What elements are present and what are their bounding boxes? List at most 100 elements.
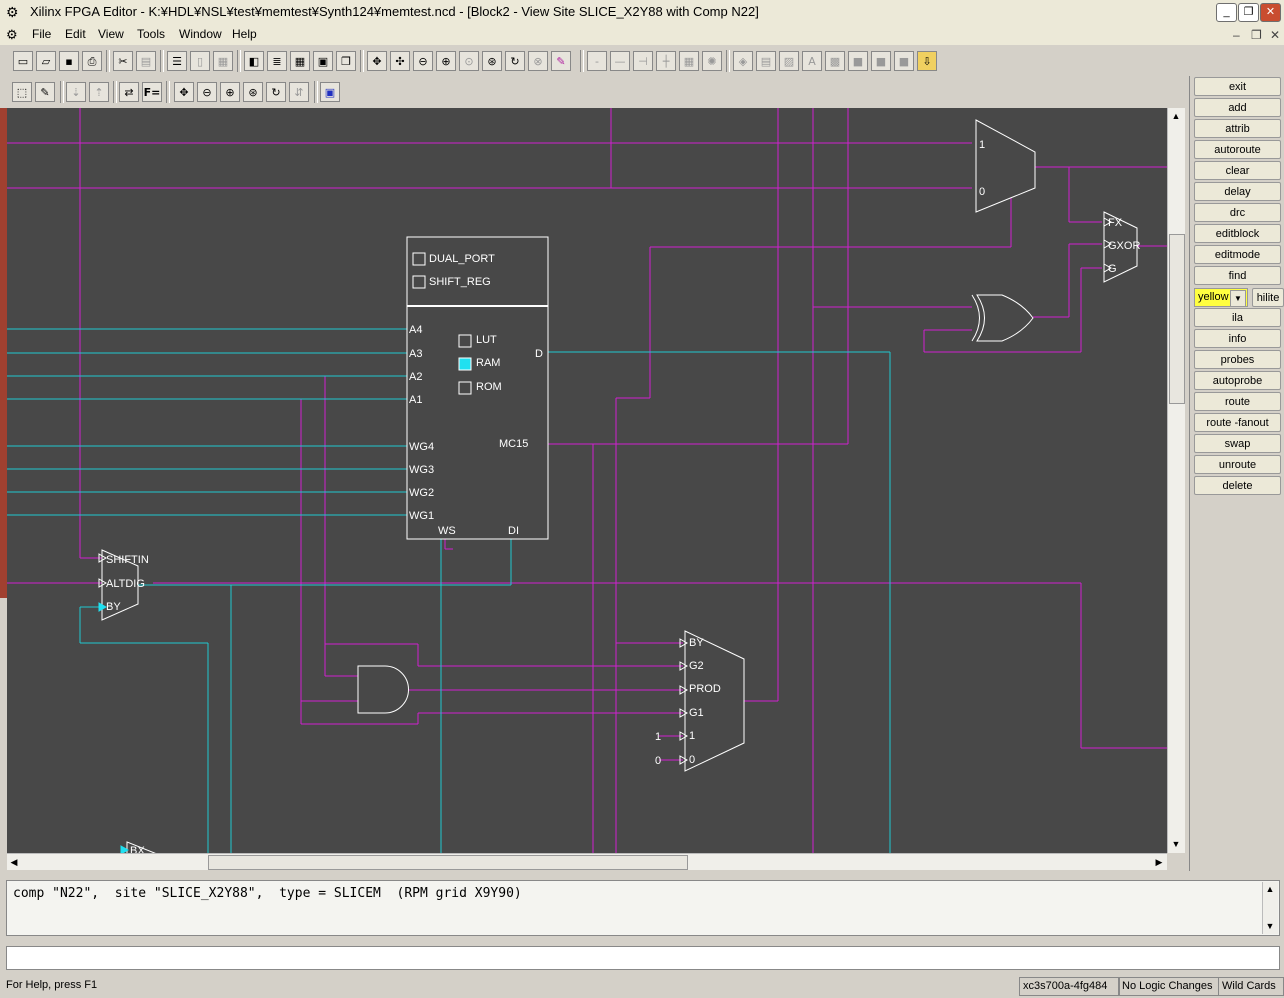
maximize-button[interactable]: ❐: [1238, 3, 1259, 22]
autoroute-button[interactable]: autoroute: [1194, 140, 1281, 159]
wire-1-icon[interactable]: -: [587, 51, 607, 71]
info-button[interactable]: info: [1194, 329, 1281, 348]
console-scroll-up-icon[interactable]: ▲: [1263, 882, 1277, 896]
block-sort-icon[interactable]: ⇵: [289, 82, 309, 102]
editblock-button[interactable]: editblock: [1194, 224, 1281, 243]
vertical-scroll-thumb[interactable]: [1169, 234, 1185, 404]
drc-button[interactable]: drc: [1194, 203, 1281, 222]
delay-button[interactable]: delay: [1194, 182, 1281, 201]
block-zoom-full-icon[interactable]: ✥: [174, 82, 194, 102]
scroll-down-icon[interactable]: ▼: [1169, 837, 1183, 851]
array-icon[interactable]: ▯: [190, 51, 210, 71]
find-button[interactable]: find: [1194, 266, 1281, 285]
save-icon[interactable]: ▪: [59, 51, 79, 71]
block-zoom-sel-icon[interactable]: ⊛: [243, 82, 263, 102]
menu-view[interactable]: View: [98, 27, 124, 41]
download-icon[interactable]: ⇩: [917, 51, 937, 71]
zoom-in-icon[interactable]: ⊕: [436, 51, 456, 71]
zoom-area-icon[interactable]: ⊙: [459, 51, 479, 71]
pin-wg4: WG4: [409, 441, 434, 453]
wire-3-icon[interactable]: ⊣: [633, 51, 653, 71]
block-redraw-icon[interactable]: ↻: [266, 82, 286, 102]
console-output[interactable]: comp "N22", site "SLICE_X2Y88", type = S…: [6, 880, 1280, 936]
layer-8-icon[interactable]: ■: [894, 51, 914, 71]
editor-icon[interactable]: ▦: [213, 51, 233, 71]
menu-window[interactable]: Window: [179, 27, 222, 41]
zoom-fit-icon[interactable]: ✣: [390, 51, 410, 71]
console-scrollbar[interactable]: ▲ ▼: [1262, 882, 1278, 934]
block-zoom-out-icon[interactable]: ⊖: [197, 82, 217, 102]
scroll-up-icon[interactable]: ▲: [1169, 109, 1183, 123]
stop-icon[interactable]: ⊗: [528, 51, 548, 71]
grid-view-icon[interactable]: ▦: [290, 51, 310, 71]
wire-4-icon[interactable]: ┼: [656, 51, 676, 71]
wrench-icon[interactable]: ✎: [551, 51, 571, 71]
layer-1-icon[interactable]: ◈: [733, 51, 753, 71]
block-window-icon[interactable]: ▣: [320, 82, 340, 102]
schematic-canvas[interactable]: DUAL_PORT SHIFT_REG LUT RAM ROM A4 A3 A2…: [7, 108, 1167, 853]
mdi-minimize-icon[interactable]: –: [1233, 28, 1240, 42]
layer-2-icon[interactable]: ▤: [756, 51, 776, 71]
layer-3-icon[interactable]: ▨: [779, 51, 799, 71]
exit-button[interactable]: exit: [1194, 77, 1281, 96]
pencil-icon[interactable]: ✎: [35, 82, 55, 102]
route-button[interactable]: route: [1194, 392, 1281, 411]
command-input[interactable]: [6, 946, 1280, 970]
chevron-down-icon[interactable]: ▼: [1230, 290, 1246, 307]
block-zoom-in-icon[interactable]: ⊕: [220, 82, 240, 102]
ila-button[interactable]: ila: [1194, 308, 1281, 327]
function-icon[interactable]: F=: [142, 82, 162, 102]
scroll-right-icon[interactable]: ▶: [1152, 855, 1166, 869]
hilite-button[interactable]: hilite: [1252, 288, 1284, 307]
text-view-icon[interactable]: ≣: [267, 51, 287, 71]
wire-2-icon[interactable]: —: [610, 51, 630, 71]
zoom-out-icon[interactable]: ⊖: [413, 51, 433, 71]
delete-button[interactable]: delete: [1194, 476, 1281, 495]
print-icon[interactable]: ⎙: [82, 51, 102, 71]
clear-button[interactable]: clear: [1194, 161, 1281, 180]
new-icon[interactable]: ▭: [13, 51, 33, 71]
list-icon[interactable]: ☰: [167, 51, 187, 71]
open-icon[interactable]: ▱: [36, 51, 56, 71]
zoom-selection-icon[interactable]: ⊛: [482, 51, 502, 71]
unroute-button[interactable]: unroute: [1194, 455, 1281, 474]
attrib-button[interactable]: attrib: [1194, 119, 1281, 138]
cut-icon[interactable]: ✂: [113, 51, 133, 71]
wire-5-icon[interactable]: ▦: [679, 51, 699, 71]
push-down-icon[interactable]: ⇣: [66, 82, 86, 102]
window-icon[interactable]: ▣: [313, 51, 333, 71]
mdi-restore-icon[interactable]: ❐: [1251, 28, 1262, 42]
probes-button[interactable]: probes: [1194, 350, 1281, 369]
paste-icon[interactable]: ▤: [136, 51, 156, 71]
horizontal-scroll-thumb[interactable]: [208, 855, 688, 870]
layout-icon[interactable]: ◧: [244, 51, 264, 71]
swap-pins-icon[interactable]: ⇄: [119, 82, 139, 102]
canvas-vertical-scrollbar[interactable]: ▲ ▼: [1167, 108, 1185, 853]
menu-file[interactable]: File: [32, 27, 51, 41]
menu-edit[interactable]: Edit: [65, 27, 86, 41]
select-tool-icon[interactable]: ⬚: [12, 82, 32, 102]
layer-5-icon[interactable]: ▩: [825, 51, 845, 71]
menu-help[interactable]: Help: [232, 27, 257, 41]
redraw-icon[interactable]: ↻: [505, 51, 525, 71]
wire-6-icon[interactable]: ✺: [702, 51, 722, 71]
canvas-horizontal-scrollbar[interactable]: ◀ ▶: [7, 853, 1167, 870]
minimize-button[interactable]: _: [1216, 3, 1237, 22]
swap-button[interactable]: swap: [1194, 434, 1281, 453]
pop-up-icon[interactable]: ⇡: [89, 82, 109, 102]
scroll-left-icon[interactable]: ◀: [7, 855, 21, 869]
editmode-button[interactable]: editmode: [1194, 245, 1281, 264]
close-button[interactable]: ✕: [1260, 3, 1281, 22]
text-layer-icon[interactable]: A: [802, 51, 822, 71]
route-fanout-button[interactable]: route -fanout: [1194, 413, 1281, 432]
layer-7-icon[interactable]: ■: [871, 51, 891, 71]
console-scroll-down-icon[interactable]: ▼: [1263, 919, 1277, 933]
cascade-icon[interactable]: ❐: [336, 51, 356, 71]
mdi-close-icon[interactable]: ✕: [1270, 28, 1280, 42]
menu-tools[interactable]: Tools: [137, 27, 165, 41]
layer-6-icon[interactable]: ■: [848, 51, 868, 71]
add-button[interactable]: add: [1194, 98, 1281, 117]
zoom-full-icon[interactable]: ✥: [367, 51, 387, 71]
color-select[interactable]: yellow ▼: [1194, 288, 1248, 307]
autoprobe-button[interactable]: autoprobe: [1194, 371, 1281, 390]
